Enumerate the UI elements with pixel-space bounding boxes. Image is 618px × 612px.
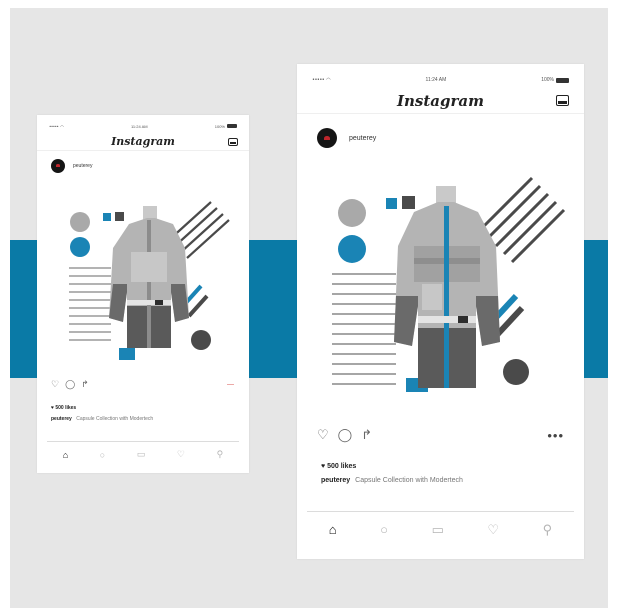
caption-text: Capsule Collection with Modertech: [355, 477, 463, 484]
post-artwork: [332, 176, 566, 392]
signal-indicator: ••••• ◠: [49, 123, 64, 129]
dark-square: [115, 212, 124, 221]
app-logo: Instagram: [111, 135, 175, 148]
post-actions: ♡ ◯ ↱ —: [37, 379, 249, 390]
gray-circle: [338, 199, 366, 227]
heart-icon[interactable]: ♡: [317, 427, 329, 443]
post-artwork: [69, 201, 230, 360]
search-icon[interactable]: ○: [380, 522, 388, 537]
more-options-icon[interactable]: —: [227, 381, 235, 388]
status-bar: ••••• ◠ 11:24 AM 100%: [297, 76, 584, 84]
post-caption: peuterey Capsule Collection with Moderte…: [51, 416, 153, 422]
heart-icon[interactable]: ♡: [51, 379, 59, 390]
post-username[interactable]: peuterey: [73, 163, 92, 169]
caption-username[interactable]: peuterey: [51, 416, 72, 422]
profile-icon[interactable]: ⚲: [543, 522, 553, 538]
wifi-icon: ◠: [60, 123, 64, 129]
blue-block: [119, 348, 135, 360]
search-icon[interactable]: ○: [100, 450, 105, 460]
blue-square: [386, 198, 397, 209]
jacket-image: [394, 186, 500, 388]
blue-circle: [70, 237, 90, 257]
caption-text: Capsule Collection with Modertech: [76, 416, 154, 422]
avatar[interactable]: [317, 128, 337, 148]
dark-circle: [503, 359, 529, 385]
post-header[interactable]: peuterey: [297, 128, 584, 148]
like-count[interactable]: ♥ 500 likes: [321, 463, 356, 470]
gray-circle: [70, 212, 90, 232]
camera-icon[interactable]: ▭: [137, 449, 146, 460]
dark-square: [402, 196, 415, 209]
post-header[interactable]: peuterey: [37, 159, 249, 173]
activity-heart-icon[interactable]: ♡: [177, 449, 185, 460]
blue-square: [103, 213, 111, 221]
post-actions: ♡ ◯ ↱ •••: [297, 427, 584, 443]
camera-icon[interactable]: ▭: [432, 522, 444, 538]
comment-icon[interactable]: ◯: [65, 379, 75, 390]
post-image[interactable]: [310, 156, 569, 426]
app-header: Instagram: [37, 133, 249, 151]
profile-icon[interactable]: ⚲: [217, 449, 224, 460]
more-options-icon[interactable]: •••: [547, 428, 564, 443]
app-logo: Instagram: [397, 91, 484, 110]
signal-indicator: ••••• ◠: [312, 77, 331, 83]
share-icon[interactable]: ↱: [81, 379, 89, 390]
battery-indicator: 100%: [215, 124, 237, 129]
like-count[interactable]: ♥ 500 likes: [51, 405, 76, 411]
phone-mockup-small: ••••• ◠ 11:24 AM 100% Instagram peuterey: [37, 115, 249, 473]
status-time: 11:24 AM: [425, 77, 447, 83]
status-bar: ••••• ◠ 11:24 AM 100%: [37, 123, 249, 129]
phone-mockup-large: ••••• ◠ 11:24 AM 100% Instagram peuterey: [297, 64, 584, 559]
inbox-icon[interactable]: [228, 138, 238, 146]
horizontal-lines: [332, 273, 396, 385]
post-username[interactable]: peuterey: [349, 135, 376, 142]
dark-circle: [191, 330, 211, 350]
avatar[interactable]: [51, 159, 65, 173]
caption-username[interactable]: peuterey: [321, 477, 350, 484]
share-icon[interactable]: ↱: [361, 427, 372, 443]
battery-icon: [556, 77, 569, 83]
jacket-image: [109, 206, 189, 348]
home-icon[interactable]: ⌂: [329, 522, 337, 537]
post-caption: peuterey Capsule Collection with Moderte…: [321, 477, 463, 484]
horizontal-lines: [69, 267, 111, 341]
status-time: 11:24 AM: [130, 123, 148, 129]
bottom-tab-bar: ⌂ ○ ▭ ♡ ⚲: [47, 441, 239, 467]
post-image[interactable]: [51, 188, 236, 373]
bottom-tab-bar: ⌂ ○ ▭ ♡ ⚲: [307, 511, 574, 547]
wifi-icon: ◠: [326, 77, 331, 83]
activity-heart-icon[interactable]: ♡: [487, 522, 499, 538]
blue-circle: [338, 235, 366, 263]
home-icon[interactable]: ⌂: [63, 450, 68, 460]
comment-icon[interactable]: ◯: [338, 427, 353, 443]
inbox-icon[interactable]: [556, 95, 569, 106]
battery-icon: [226, 124, 237, 128]
app-header: Instagram: [297, 88, 584, 114]
battery-indicator: 100%: [541, 77, 569, 83]
